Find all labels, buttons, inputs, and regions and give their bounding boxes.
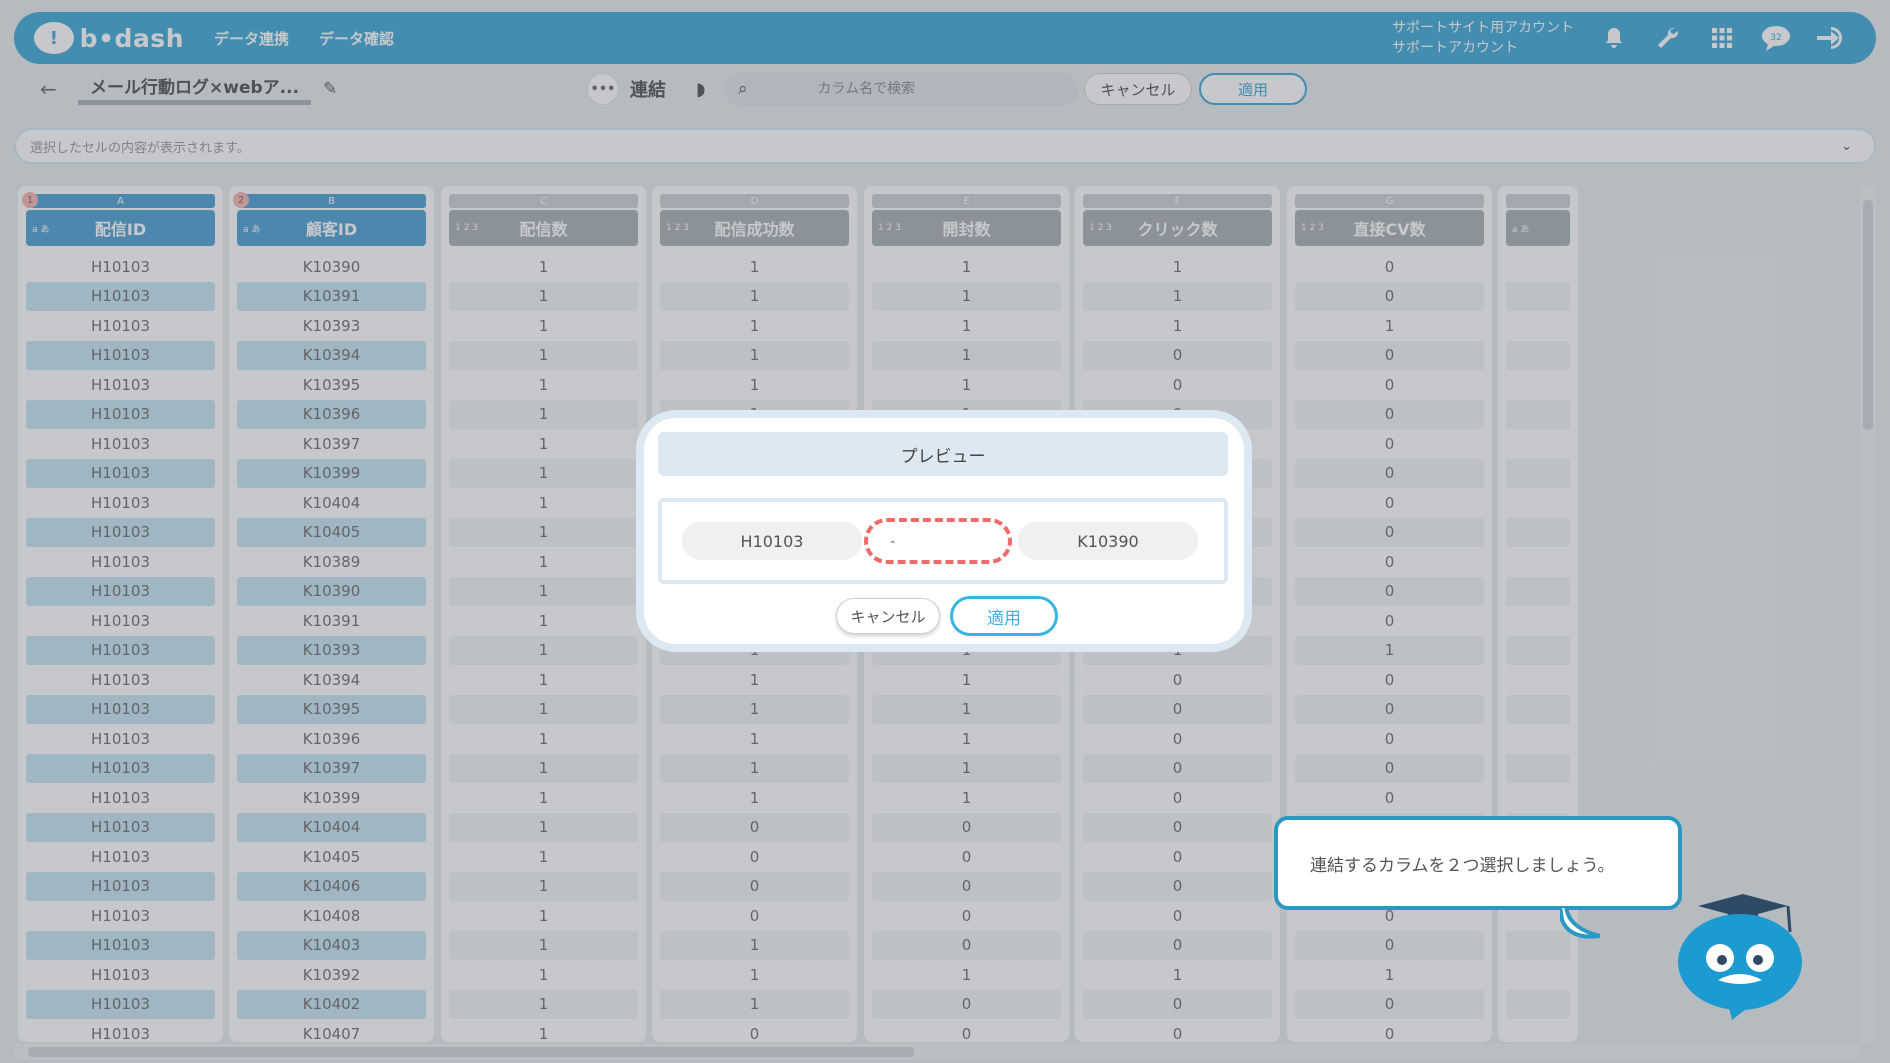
modal-cancel-button[interactable]: キャンセル [836,598,940,634]
preview-box: H10103 - K10390 [658,498,1228,584]
preview-left-value: H10103 [682,522,862,560]
modal-title: プレビュー [658,432,1228,476]
preview-right-value: K10390 [1018,522,1198,560]
hint-text: 連結するカラムを２つ選択しましょう。 [1310,855,1615,876]
preview-modal: プレビュー H10103 - K10390 キャンセル 適用 [636,410,1252,652]
modal-apply-button[interactable]: 適用 [950,596,1058,636]
separator-input[interactable]: - [864,518,1012,564]
hint-bubble: 連結するカラムを２つ選択しましょう。 [1274,816,1682,910]
mascot-brain-icon [1678,894,1802,1020]
hint-bubble-tail [1560,906,1600,939]
